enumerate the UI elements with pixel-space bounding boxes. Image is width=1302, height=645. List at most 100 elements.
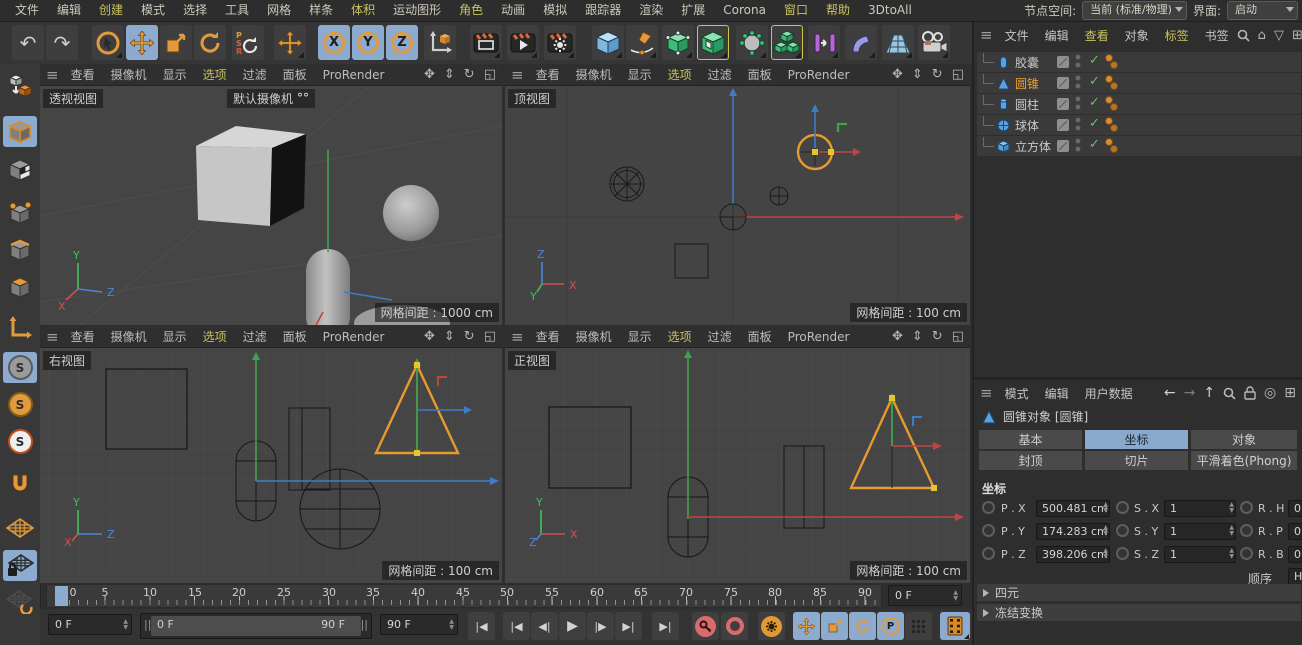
layer-chip-icon[interactable] [1057,98,1069,110]
live-selection-button[interactable] [92,25,124,60]
section-freeze-transform[interactable]: 冻结变换 [977,604,1301,621]
menu-select[interactable]: 选择 [174,0,216,21]
home-icon[interactable]: ⌂ [1258,28,1266,43]
model-mode-button[interactable] [3,116,37,147]
layer-chip-icon[interactable] [1057,119,1069,131]
enable-snap-button[interactable]: S [3,352,37,383]
material-tag-icon[interactable] [1105,138,1121,154]
menu-tools[interactable]: 工具 [216,0,258,21]
spline-pen-button[interactable] [626,25,658,60]
coordinate-system-button[interactable] [424,25,456,60]
am-menu-edit[interactable]: 编辑 [1037,385,1077,402]
key-radio[interactable] [982,524,995,537]
key-radio[interactable] [982,501,995,514]
current-frame-spinner[interactable]: 0 F▲▼ [48,614,132,635]
object-row-cone[interactable]: 圆锥 ✓ [977,73,1301,93]
om-menu-tags[interactable]: 标签 [1157,27,1197,44]
menu-corona[interactable]: Corona [714,0,775,21]
menu-3dtoall[interactable]: 3DtoAll [859,0,921,21]
menu-window[interactable]: 窗口 [775,0,817,21]
record-rotation-toggle[interactable] [849,612,876,640]
viewport-top-canvas[interactable]: Z X Y 顶视图 网格间距 : 100 cm [505,86,970,325]
previous-frame-button[interactable]: ◀| [531,612,558,640]
viewport-menu-options[interactable]: 选项 [660,66,700,83]
burger-icon[interactable]: ≡ [980,384,993,402]
menu-mesh[interactable]: 网格 [258,0,300,21]
add-icon[interactable]: ⊞ [1284,385,1296,401]
menu-edit[interactable]: 编辑 [48,0,90,21]
key-radio[interactable] [1116,501,1129,514]
object-row-cylinder[interactable]: 圆柱 ✓ [977,94,1301,114]
viewport-pan-icon[interactable]: ✥ [424,67,435,82]
viewport-menu-filter[interactable]: 过滤 [235,328,275,345]
tab-caps[interactable]: 封顶 [979,451,1082,470]
rh-input[interactable]: 0 [1288,500,1302,517]
stepper-icon[interactable]: ▲▼ [1103,502,1108,514]
visibility-dots-icon[interactable] [1075,96,1081,110]
sy-input[interactable]: 1▲▼ [1164,523,1236,540]
am-menu-mode[interactable]: 模式 [997,385,1037,402]
key-radio[interactable] [1240,547,1253,560]
viewport-menu-filter[interactable]: 过滤 [700,66,740,83]
burger-icon[interactable]: ≡ [980,26,993,44]
record-keyframe-button[interactable] [692,612,719,640]
viewport-menu-camera[interactable]: 摄像机 [568,66,620,83]
redo-button[interactable]: ↷ [46,25,78,60]
viewport-front-canvas[interactable]: Y X Z 正视图 网格间距 : 100 cm [505,348,970,583]
snap-settings-button[interactable]: S [3,389,37,420]
om-menu-edit[interactable]: 编辑 [1037,27,1077,44]
menu-help[interactable]: 帮助 [817,0,859,21]
layer-chip-icon[interactable] [1057,56,1069,68]
viewport-rotate-icon[interactable]: ↻ [464,329,475,344]
volume-bend-button[interactable] [845,25,877,60]
key-radio[interactable] [1240,524,1253,537]
viewport-menu-view[interactable]: 查看 [528,66,568,83]
viewport-menu-display[interactable]: 显示 [620,328,660,345]
workplane-button[interactable] [3,512,37,543]
scale-tool-button[interactable] [160,25,192,60]
timeline-ruler[interactable]: 0 5 10 15 20 25 30 35 40 45 50 55 60 65 … [46,584,882,608]
tab-slice[interactable]: 切片 [1085,451,1188,470]
object-row-capsule[interactable]: 胶囊 ✓ [977,52,1301,72]
viewport-rotate-icon[interactable]: ↻ [464,67,475,82]
viewport-menu-prorender[interactable]: ProRender [315,68,393,82]
viewport-maximize-icon[interactable]: ◱ [952,329,964,344]
point-level-animation-toggle[interactable] [905,612,932,640]
go-to-end-button[interactable]: ▶| [652,612,679,640]
viewport-menu-display[interactable]: 显示 [620,66,660,83]
planar-workplane-button[interactable] [3,586,37,617]
autokey-button[interactable] [721,612,748,640]
subdivision-surface-button[interactable] [662,25,694,60]
viewport-menu-filter[interactable]: 过滤 [700,328,740,345]
target-icon[interactable]: ◎ [1264,385,1276,401]
record-scale-toggle[interactable] [821,612,848,640]
enabled-check-icon[interactable]: ✓ [1089,53,1100,68]
object-name[interactable]: 胶囊 [1015,54,1039,71]
menu-create[interactable]: 创建 [90,0,132,21]
points-mode-button[interactable] [3,197,37,228]
stepper-icon[interactable]: ▲▼ [1103,525,1108,537]
viewport-menu-camera[interactable]: 摄像机 [568,328,620,345]
viewport-menu-panel[interactable]: 面板 [275,66,315,83]
viewport-rotate-icon[interactable]: ↻ [932,329,943,344]
layer-chip-icon[interactable] [1057,140,1069,152]
material-tag-icon[interactable] [1105,54,1121,70]
generator-button[interactable] [697,25,729,60]
lock-workplane-button[interactable] [3,550,37,581]
viewport-dolly-icon[interactable]: ⇕ [444,329,455,344]
menu-simulate[interactable]: 模拟 [534,0,576,21]
viewport-maximize-icon[interactable]: ◱ [484,329,496,344]
om-menu-objects[interactable]: 对象 [1117,27,1157,44]
menu-extensions[interactable]: 扩展 [672,0,714,21]
visibility-dots-icon[interactable] [1075,117,1081,131]
stepper-icon[interactable]: ▲▼ [1103,548,1108,560]
sx-input[interactable]: 1▲▼ [1164,500,1236,517]
stepper-icon[interactable]: ▲▼ [123,619,128,631]
viewport-menu-display[interactable]: 显示 [155,66,195,83]
mograph-button[interactable] [771,25,803,60]
viewport-menu-panel[interactable]: 面板 [275,328,315,345]
material-tag-icon[interactable] [1105,96,1121,112]
rotate-tool-button[interactable] [194,25,226,60]
snap-magnet-button[interactable] [3,467,37,498]
burger-icon[interactable]: ≡ [46,66,59,84]
